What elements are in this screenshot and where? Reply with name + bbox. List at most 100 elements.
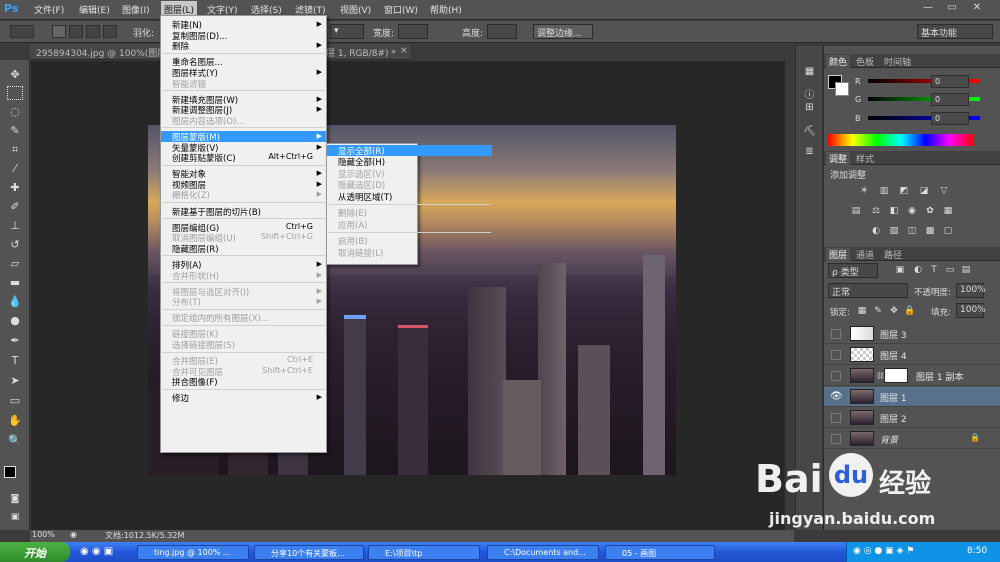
shape-tool-icon[interactable]: ▭ xyxy=(7,394,23,408)
tab-color[interactable]: 颜色 xyxy=(826,55,851,68)
visibility-toggle[interactable] xyxy=(831,371,841,381)
taskbar-item-browser[interactable]: 分享10个有关蒙板... xyxy=(254,545,364,560)
marquee-preset-icon[interactable] xyxy=(10,25,34,38)
path-select-icon[interactable]: ➤ xyxy=(7,374,23,388)
hand-tool-icon[interactable]: ✋ xyxy=(7,414,23,428)
quick-mask-icon[interactable]: ◙ xyxy=(7,492,23,506)
photo-filter-icon[interactable]: ◉ xyxy=(906,206,918,217)
blue-value-input[interactable]: 0 xyxy=(931,112,969,125)
tab-styles[interactable]: 样式 xyxy=(856,152,874,165)
curves-icon[interactable]: ◩ xyxy=(898,186,910,197)
quick-select-icon[interactable]: ✎ xyxy=(7,124,23,138)
brightness-icon[interactable]: ☀ xyxy=(858,186,870,197)
visibility-toggle[interactable] xyxy=(831,350,841,360)
tab-adjustments[interactable]: 调整 xyxy=(826,152,851,165)
healing-brush-icon[interactable]: ✚ xyxy=(7,181,23,195)
move-tool-icon[interactable]: ✥ xyxy=(7,68,23,82)
clone-stamp-icon[interactable]: ⊥ xyxy=(7,219,23,233)
layer-row[interactable]: 👁 图层 1 xyxy=(824,387,1000,407)
properties-panel-icon[interactable]: ⊞ xyxy=(801,102,818,116)
fill-input[interactable]: 100% xyxy=(956,303,986,318)
add-selection-icon[interactable] xyxy=(69,25,83,38)
layer-row[interactable]: 图层 3 xyxy=(824,324,1000,344)
menu-window[interactable]: 窗口(W) xyxy=(384,3,418,16)
layer-menu-item[interactable]: 修边 xyxy=(172,392,189,404)
history-brush-icon[interactable]: ↺ xyxy=(7,238,23,252)
mask-submenu-item[interactable]: 显示全部(R) xyxy=(327,145,492,157)
lock-transparent-icon[interactable]: ▦ xyxy=(856,306,868,317)
filter-type-icon[interactable]: T xyxy=(928,265,940,276)
lock-all-icon[interactable]: 🔒 xyxy=(904,306,916,317)
screen-mode-icon[interactable]: ▣ xyxy=(7,510,23,524)
taskbar-item-paint[interactable]: 05 - 画图 xyxy=(605,545,715,560)
tray-icons[interactable]: ◉ ◎ ● ▣ ◈ ⚑ xyxy=(853,546,914,556)
filter-adjust-icon[interactable]: ◐ xyxy=(912,265,924,276)
brush-panel-icon[interactable]: ≣ xyxy=(801,146,818,160)
close-button[interactable]: ✕ xyxy=(967,2,987,17)
subtract-selection-icon[interactable] xyxy=(86,25,100,38)
red-value-input[interactable]: 0 xyxy=(931,75,969,88)
start-button[interactable]: 开始 xyxy=(0,542,70,562)
height-input[interactable] xyxy=(487,24,517,39)
channel-mixer-icon[interactable]: ✿ xyxy=(924,206,936,217)
maximize-button[interactable]: ▭ xyxy=(942,2,962,17)
layer-menu-item[interactable]: 创建剪贴蒙版(C) xyxy=(172,152,236,164)
filter-pixel-icon[interactable]: ▣ xyxy=(894,265,906,276)
layer-row[interactable]: ⛓ 图层 1 副本 xyxy=(824,366,1000,386)
intersect-selection-icon[interactable] xyxy=(103,25,117,38)
opacity-input[interactable]: 100% xyxy=(956,283,986,298)
menu-help[interactable]: 帮助(H) xyxy=(430,3,462,16)
width-input[interactable] xyxy=(398,24,428,39)
color-balance-icon[interactable]: ⚖ xyxy=(870,206,882,217)
invert-icon[interactable]: ◐ xyxy=(870,226,882,237)
color-spectrum-bar[interactable] xyxy=(828,134,974,146)
visibility-toggle[interactable] xyxy=(831,329,841,339)
info-panel-icon[interactable]: ⓘ xyxy=(801,86,818,101)
gradient-map-icon[interactable]: ▽ xyxy=(938,186,950,197)
type-tool-icon[interactable]: T xyxy=(7,354,23,368)
levels-icon[interactable]: ▥ xyxy=(878,186,890,197)
tab-swatches[interactable]: 色板 xyxy=(856,55,874,68)
layer-menu-item[interactable]: 图层蒙版(M) xyxy=(161,130,326,143)
menu-view[interactable]: 视图(V) xyxy=(340,3,371,16)
crop-tool-icon[interactable]: ⌗ xyxy=(7,143,23,157)
tab-timeline[interactable]: 时间轴 xyxy=(884,55,911,68)
marquee-tool-icon[interactable] xyxy=(7,86,23,100)
foreground-color-swatch[interactable] xyxy=(4,466,16,478)
taskbar-item-documents[interactable]: C:\Documents and... xyxy=(487,545,599,560)
zoom-tool-icon[interactable]: 🔍 xyxy=(7,434,23,448)
eraser-tool-icon[interactable]: ▱ xyxy=(7,257,23,271)
filter-shape-icon[interactable]: ▭ xyxy=(944,265,956,276)
brush-tool-icon[interactable]: ✐ xyxy=(7,200,23,214)
taskbar-item-explorer[interactable]: E:\项目\tp xyxy=(368,545,480,560)
menu-image[interactable]: 图像(I) xyxy=(122,3,150,16)
tab-layers[interactable]: 图层 xyxy=(826,248,851,261)
status-arrow-icon[interactable]: ◉ xyxy=(70,530,77,539)
pen-tool-icon[interactable]: ✒ xyxy=(7,334,23,348)
taskbar-item-photoshop[interactable]: ting.jpg @ 100% ... xyxy=(137,545,249,560)
tool-presets-icon[interactable]: ⛏ xyxy=(801,126,818,140)
layer-menu-item[interactable]: 新建基于图层的切片(B) xyxy=(172,206,261,218)
layer-menu-item[interactable]: 拼合图像(F) xyxy=(172,376,218,388)
blend-mode-select[interactable]: 正常 xyxy=(828,283,908,298)
layer-menu-item[interactable]: 隐藏图层(R) xyxy=(172,243,219,255)
gradient-tool-icon[interactable]: ▬ xyxy=(7,276,23,290)
menu-edit[interactable]: 编辑(E) xyxy=(79,3,110,16)
posterize-icon[interactable]: ▧ xyxy=(888,226,900,237)
color-lookup-icon[interactable]: ▦ xyxy=(942,206,954,217)
history-panel-icon[interactable]: ▦ xyxy=(801,66,818,80)
blur-tool-icon[interactable]: 💧 xyxy=(7,295,23,309)
selective-color-icon[interactable]: ▩ xyxy=(924,226,936,237)
threshold-icon[interactable]: ◫ xyxy=(906,226,918,237)
layer-row[interactable]: 图层 2 xyxy=(824,408,1000,428)
filter-smart-icon[interactable]: ▤ xyxy=(960,265,972,276)
lock-pixels-icon[interactable]: ✎ xyxy=(872,306,884,317)
exposure-icon[interactable]: ◪ xyxy=(918,186,930,197)
mask-submenu-item[interactable]: 从透明区域(T) xyxy=(338,191,392,203)
refine-edge-button[interactable]: 调整边缘... xyxy=(533,24,593,39)
layer-row[interactable]: 图层 4 xyxy=(824,345,1000,365)
eyedropper-icon[interactable]: ⁄ xyxy=(7,162,23,176)
tab-channels[interactable]: 通道 xyxy=(856,248,874,261)
lasso-tool-icon[interactable]: ◌ xyxy=(7,105,23,119)
menu-file[interactable]: 文件(F) xyxy=(34,3,64,16)
